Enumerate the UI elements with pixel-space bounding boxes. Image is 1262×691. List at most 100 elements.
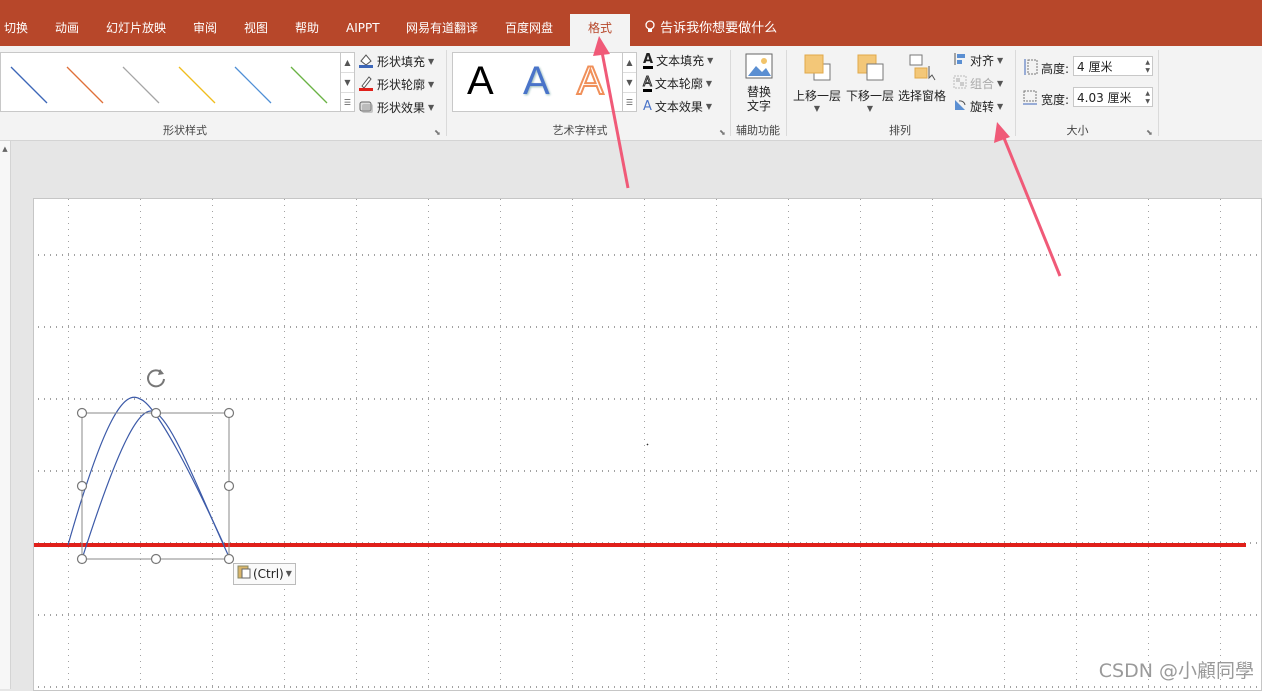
width-value: 4.03 厘米 [1077, 91, 1132, 105]
resize-handle-top-left[interactable] [76, 407, 88, 419]
tab-format[interactable]: 格式 [570, 0, 630, 46]
spin-down-icon[interactable]: ▼ [1145, 67, 1150, 75]
paste-options-label: (Ctrl) [253, 567, 284, 581]
shape-gallery-scroll[interactable]: ▲ ▼ ☰ [340, 52, 355, 112]
text-fill-icon: A [643, 51, 654, 69]
tab-slideshow[interactable]: 幻灯片放映 [106, 0, 166, 46]
wordart-gallery-scroll[interactable]: ▲ ▼ ☰ [622, 52, 637, 112]
selection-pane-button[interactable]: 选择窗格 [897, 52, 947, 104]
scroll-down-icon[interactable]: ▼ [623, 72, 636, 92]
line-style-gold[interactable] [178, 66, 216, 104]
scroll-up-icon[interactable]: ▲ [341, 53, 354, 72]
group-divider [730, 50, 731, 136]
bring-forward-button[interactable]: 上移一层 ▼ [791, 52, 843, 113]
text-effects-icon: A [643, 99, 652, 114]
ribbon-tab-bar: 切换 动画 幻灯片放映 审阅 视图 帮助 AIPPT 网易有道翻译 百度网盘 格… [0, 0, 1262, 46]
gallery-more-icon[interactable]: ☰ [623, 92, 636, 112]
group-button[interactable]: 组合 ▼ [953, 75, 1003, 92]
width-input[interactable]: 4.03 厘米 ▲ ▼ [1073, 87, 1153, 107]
tab-review[interactable]: 审阅 [193, 0, 217, 46]
alt-text-label: 替换文字 [746, 85, 771, 113]
resize-handle-bottom[interactable] [150, 553, 162, 565]
align-button[interactable]: 对齐 ▼ [953, 52, 1003, 69]
align-icon [953, 52, 967, 69]
dialog-launcher-icon[interactable]: ⬊ [719, 128, 726, 137]
shape-effects-icon [358, 98, 374, 117]
resize-handle-top-right[interactable] [223, 407, 235, 419]
height-input[interactable]: 4 厘米 ▲ ▼ [1073, 56, 1153, 76]
height-value: 4 厘米 [1077, 60, 1113, 74]
text-fill-label: 文本填充 [656, 54, 705, 68]
image-icon [739, 52, 779, 85]
gallery-more-icon[interactable]: ☰ [341, 92, 354, 112]
bring-forward-icon [791, 52, 843, 87]
tab-youdao-translate[interactable]: 网易有道翻译 [406, 0, 478, 46]
spin-up-icon[interactable]: ▲ [1145, 59, 1150, 67]
chevron-down-icon: ▼ [813, 104, 821, 113]
shape-outline-button[interactable]: 形状轮廓 ▼ [358, 75, 434, 94]
tab-view[interactable]: 视图 [244, 0, 268, 46]
shape-effects-button[interactable]: 形状效果 ▼ [358, 98, 434, 117]
slide-canvas[interactable]: (Ctrl) ▼ [33, 198, 1262, 691]
scroll-up-icon[interactable]: ▲ [623, 53, 636, 72]
group-icon [953, 75, 967, 92]
accessibility-group-label: 辅助功能 [736, 124, 780, 137]
thumbnail-pane-edge[interactable]: ▲ [0, 141, 11, 689]
shape-style-gallery[interactable] [0, 52, 341, 112]
line-style-blue[interactable] [10, 66, 48, 104]
group-divider [786, 50, 787, 136]
line-style-orange[interactable] [66, 66, 104, 104]
tab-aippt[interactable]: AIPPT [346, 0, 380, 46]
tab-baidu-netdisk[interactable]: 百度网盘 [505, 0, 553, 46]
pen-icon [358, 75, 374, 94]
width-icon [1022, 89, 1038, 110]
chevron-down-icon: ▼ [997, 102, 1004, 111]
wordart-sample-orange[interactable]: A [576, 58, 605, 104]
scroll-down-icon[interactable]: ▼ [341, 72, 354, 92]
wordart-sample-black[interactable]: A [467, 59, 494, 104]
tell-me-search[interactable]: 告诉我你想要做什么 [644, 0, 777, 46]
chevron-down-icon: ▼ [428, 57, 435, 66]
line-style-green[interactable] [290, 66, 328, 104]
text-outline-icon: A [643, 74, 652, 92]
selection-pane-icon [897, 52, 947, 87]
tab-help[interactable]: 帮助 [295, 0, 319, 46]
ribbon: ▲ ▼ ☰ 形状填充 ▼ 形状轮廓 ▼ 形状效果 ▼ 形状样式 ⬊ A A A ▲ ▼… [0, 46, 1262, 141]
chevron-down-icon: ▼ [997, 79, 1004, 88]
group-divider [1158, 50, 1159, 136]
spin-down-icon[interactable]: ▼ [1145, 98, 1150, 106]
wordart-gallery[interactable]: A A A [452, 52, 623, 112]
dialog-launcher-icon[interactable]: ⬊ [1146, 128, 1153, 137]
shape-style-lines [10, 66, 328, 104]
resize-handle-top[interactable] [150, 407, 162, 419]
width-label-row: 宽度: [1022, 89, 1069, 110]
wordart-sample-blue[interactable]: A [523, 59, 550, 104]
paint-bucket-icon [358, 52, 374, 71]
line-style-lightblue[interactable] [234, 66, 272, 104]
send-backward-button[interactable]: 下移一层 ▼ [844, 52, 896, 113]
dialog-launcher-icon[interactable]: ⬊ [434, 128, 441, 137]
text-outline-button[interactable]: A 文本轮廓 ▼ [643, 75, 712, 92]
resize-handle-bottom-left[interactable] [76, 553, 88, 565]
text-effects-label: 文本效果 [654, 100, 703, 114]
rotate-icon [953, 98, 967, 115]
chevron-down-icon: ▼ [707, 56, 714, 65]
text-effects-button[interactable]: A 文本效果 ▼ [643, 98, 712, 115]
group-label: 组合 [970, 77, 995, 91]
alt-text-button[interactable]: 替换文字 [739, 52, 779, 113]
watermark-text: CSDN @小顧同學 [1098, 660, 1254, 682]
resize-handle-left[interactable] [76, 480, 88, 492]
resize-handle-right[interactable] [223, 480, 235, 492]
shape-fill-button[interactable]: 形状填充 ▼ [358, 52, 434, 71]
text-fill-button[interactable]: A 文本填充 ▼ [643, 52, 713, 69]
height-label: 高度: [1041, 62, 1070, 76]
chevron-down-icon: ▼ [428, 103, 435, 112]
spin-up-icon[interactable]: ▲ [1145, 90, 1150, 98]
scroll-up-icon[interactable]: ▲ [0, 145, 10, 153]
paste-options-button[interactable]: (Ctrl) ▼ [233, 563, 296, 585]
slide-drawing [34, 199, 1261, 690]
rotate-button[interactable]: 旋转 ▼ [953, 98, 1003, 115]
line-style-gray[interactable] [122, 66, 160, 104]
tab-transitions[interactable]: 切换 [4, 0, 28, 46]
tab-animations[interactable]: 动画 [55, 0, 79, 46]
